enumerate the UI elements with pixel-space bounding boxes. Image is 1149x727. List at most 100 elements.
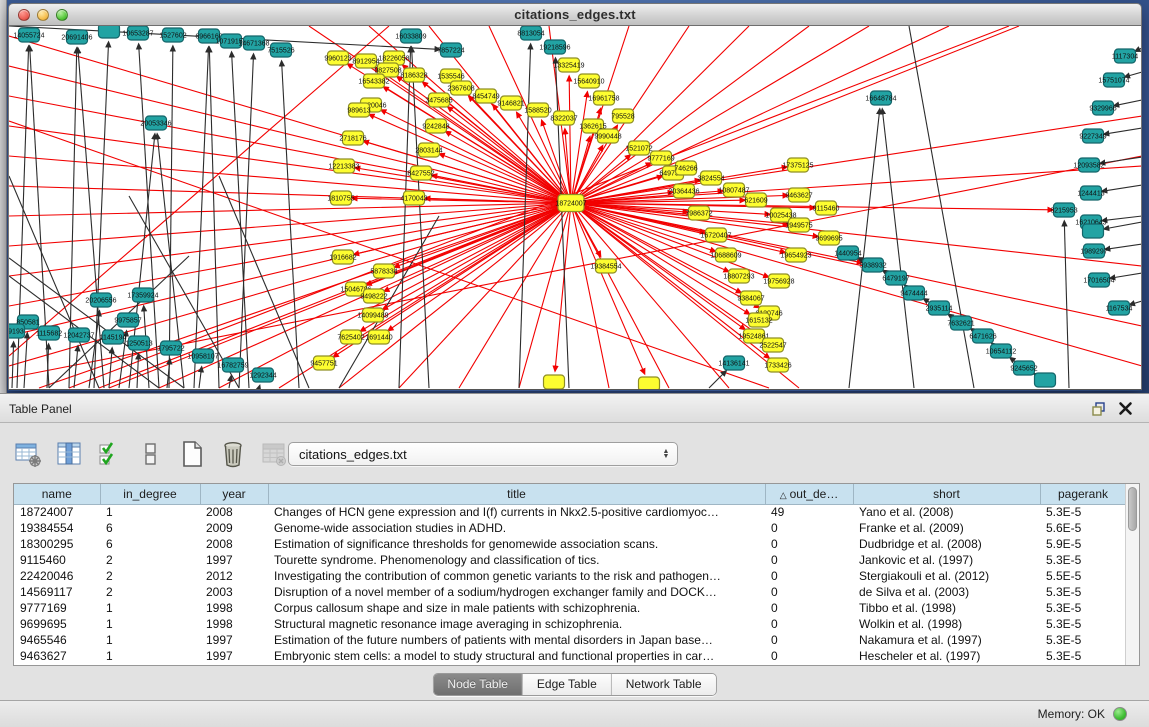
table-cell[interactable]: 2: [100, 568, 200, 584]
network-window-titlebar[interactable]: citations_edges.txt: [8, 3, 1142, 26]
tab-edge-table[interactable]: Edge Table: [522, 674, 611, 695]
table-cell[interactable]: Estimation of significance thresholds fo…: [268, 536, 765, 552]
show-column-icon[interactable]: [55, 440, 83, 468]
graph-node[interactable]: [1035, 373, 1056, 387]
table-cell[interactable]: 5.3E-5: [1040, 584, 1126, 600]
table-row[interactable]: 911546021997Tourette syndrome. Phenomeno…: [14, 552, 1126, 568]
table-cell[interactable]: Franke et al. (2009): [853, 520, 1040, 536]
table-cell[interactable]: 6: [100, 536, 200, 552]
table-cell[interactable]: 22420046: [14, 568, 100, 584]
table-cell[interactable]: 5.3E-5: [1040, 504, 1126, 520]
column-header-year[interactable]: year: [200, 484, 268, 504]
table-cell[interactable]: Stergiakouli et al. (2012): [853, 568, 1040, 584]
table-cell[interactable]: Tibbo et al. (1998): [853, 600, 1040, 616]
table-cell[interactable]: Jankovic et al. (1997): [853, 552, 1040, 568]
table-cell[interactable]: 0: [765, 616, 853, 632]
table-cell[interactable]: 0: [765, 632, 853, 648]
tab-node-table[interactable]: Node Table: [433, 674, 522, 695]
network-view-window[interactable]: citations_edges.txt 18724007140557242069…: [8, 3, 1142, 391]
close-panel-icon[interactable]: [1118, 401, 1133, 416]
network-canvas[interactable]: 1872400714055724206914061065328715276026…: [9, 26, 1141, 390]
table-cell[interactable]: Hescheler et al. (1997): [853, 648, 1040, 664]
table-cell[interactable]: 1998: [200, 616, 268, 632]
table-cell[interactable]: 1997: [200, 648, 268, 664]
table-cell[interactable]: 2012: [200, 568, 268, 584]
graph-node[interactable]: [99, 26, 120, 38]
table-select-dropdown[interactable]: citations_edges.txt ▲▼: [288, 442, 678, 466]
table-cell[interactable]: 0: [765, 648, 853, 664]
node-table[interactable]: namein_degreeyeartitle△out_de…shortpager…: [14, 484, 1127, 664]
float-panel-icon[interactable]: [1091, 401, 1107, 417]
graph-node[interactable]: [1083, 224, 1104, 238]
table-row[interactable]: 946554611997Estimation of the future num…: [14, 632, 1126, 648]
table-cell[interactable]: Wolkin et al. (1998): [853, 616, 1040, 632]
table-cell[interactable]: 1: [100, 632, 200, 648]
table-cell[interactable]: 5.5E-5: [1040, 568, 1126, 584]
column-header-pagerank[interactable]: pagerank: [1040, 484, 1126, 504]
table-cell[interactable]: 1997: [200, 552, 268, 568]
memory-ok-indicator[interactable]: [1113, 707, 1127, 721]
table-cell[interactable]: 0: [765, 568, 853, 584]
table-cell[interactable]: 2: [100, 552, 200, 568]
table-cell[interactable]: 1: [100, 504, 200, 520]
table-cell[interactable]: Dudbridge et al. (2008): [853, 536, 1040, 552]
table-cell[interactable]: 5.3E-5: [1040, 600, 1126, 616]
table-cell[interactable]: Structural magnetic resonance image aver…: [268, 616, 765, 632]
table-cell[interactable]: 5.3E-5: [1040, 616, 1126, 632]
table-row[interactable]: 977716911998Corpus callosum shape and si…: [14, 600, 1126, 616]
graph-node[interactable]: [544, 375, 565, 389]
table-cell[interactable]: Nakamura et al. (1997): [853, 632, 1040, 648]
table-cell[interactable]: 0: [765, 552, 853, 568]
table-cell[interactable]: 9463627: [14, 648, 100, 664]
table-options-icon[interactable]: [14, 440, 42, 468]
table-cell[interactable]: 1998: [200, 600, 268, 616]
table-cell[interactable]: 0: [765, 520, 853, 536]
table-cell[interactable]: 18724007: [14, 504, 100, 520]
table-row[interactable]: 969969511998Structural magnetic resonanc…: [14, 616, 1126, 632]
table-cell[interactable]: 1: [100, 648, 200, 664]
row-select-checks-icon[interactable]: [96, 440, 124, 468]
stacked-rows-icon[interactable]: [137, 440, 165, 468]
delete-trash-icon[interactable]: [219, 440, 247, 468]
table-cell[interactable]: Embryonic stem cells: a model to study s…: [268, 648, 765, 664]
scrollbar-thumb[interactable]: [1128, 487, 1137, 531]
table-cell[interactable]: 0: [765, 584, 853, 600]
table-cell[interactable]: 9699695: [14, 616, 100, 632]
table-cell[interactable]: 0: [765, 536, 853, 552]
table-cell[interactable]: 5.3E-5: [1040, 552, 1126, 568]
network-canvas-container[interactable]: 1872400714055724206914061065328715276026…: [8, 26, 1142, 390]
table-cell[interactable]: 2: [100, 584, 200, 600]
table-row[interactable]: 1456911722003Disruption of a novel membe…: [14, 584, 1126, 600]
table-cell[interactable]: 2009: [200, 520, 268, 536]
table-cell[interactable]: 2008: [200, 536, 268, 552]
table-cell[interactable]: 1997: [200, 632, 268, 648]
column-header-name[interactable]: name: [14, 484, 100, 504]
table-row[interactable]: 1938455462009Genome-wide association stu…: [14, 520, 1126, 536]
table-cell[interactable]: 19384554: [14, 520, 100, 536]
table-cell[interactable]: 6: [100, 520, 200, 536]
table-cell[interactable]: Changes of HCN gene expression and I(f) …: [268, 504, 765, 520]
table-cell[interactable]: 2008: [200, 504, 268, 520]
table-cell[interactable]: 5.3E-5: [1040, 648, 1126, 664]
table-cell[interactable]: Genome-wide association studies in ADHD.: [268, 520, 765, 536]
table-cell[interactable]: 9777169: [14, 600, 100, 616]
table-cell[interactable]: 5.6E-5: [1040, 520, 1126, 536]
table-cell[interactable]: Corpus callosum shape and size in male p…: [268, 600, 765, 616]
table-cell[interactable]: 9465546: [14, 632, 100, 648]
table-row[interactable]: 2242004622012Investigating the contribut…: [14, 568, 1126, 584]
table-cell[interactable]: Tourette syndrome. Phenomenology and cla…: [268, 552, 765, 568]
table-cell[interactable]: 9115460: [14, 552, 100, 568]
column-header-short[interactable]: short: [853, 484, 1040, 504]
table-cell[interactable]: 5.3E-5: [1040, 632, 1126, 648]
column-header-in_degree[interactable]: in_degree: [100, 484, 200, 504]
vertical-scrollbar[interactable]: [1125, 484, 1139, 665]
table-cell[interactable]: 18300295: [14, 536, 100, 552]
table-cell[interactable]: Estimation of the future numbers of pati…: [268, 632, 765, 648]
table-cell[interactable]: 14569117: [14, 584, 100, 600]
column-header-title[interactable]: title: [268, 484, 765, 504]
table-row[interactable]: 946362711997Embryonic stem cells: a mode…: [14, 648, 1126, 664]
table-cell[interactable]: Yano et al. (2008): [853, 504, 1040, 520]
table-cell[interactable]: 1: [100, 616, 200, 632]
table-cell[interactable]: 2003: [200, 584, 268, 600]
table-cell[interactable]: de Silva et al. (2003): [853, 584, 1040, 600]
